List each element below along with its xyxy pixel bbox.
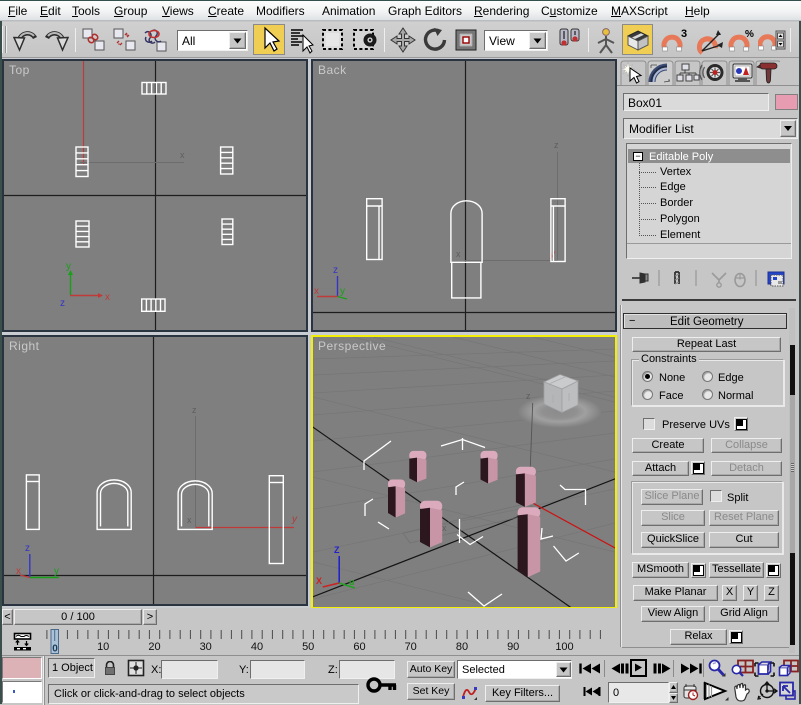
svg-text:z: z <box>526 391 531 401</box>
svg-text:10: 10 <box>97 641 109 653</box>
svg-text:z: z <box>60 298 65 309</box>
svg-text:y: y <box>66 261 71 272</box>
svg-text:%: % <box>745 29 754 40</box>
svg-text:X: X <box>316 576 322 586</box>
svg-text:x: x <box>442 523 447 533</box>
svg-text:y: y <box>340 286 345 297</box>
svg-text:3: 3 <box>681 28 687 40</box>
svg-text:80: 80 <box>456 641 468 653</box>
svg-text:z: z <box>333 265 338 276</box>
svg-text:100: 100 <box>555 641 573 653</box>
svg-text:y: y <box>54 566 59 577</box>
svg-text:60: 60 <box>353 641 365 653</box>
svg-text:x: x <box>456 249 461 259</box>
svg-text:50: 50 <box>302 641 314 653</box>
svg-text:z: z <box>192 405 197 415</box>
svg-text:u: u <box>349 577 355 587</box>
svg-text:x: x <box>105 292 110 303</box>
svg-text:20: 20 <box>148 641 160 653</box>
svg-text:x: x <box>314 286 319 297</box>
svg-text:x: x <box>187 515 192 525</box>
svg-text:x: x <box>16 566 21 577</box>
svg-text:30: 30 <box>200 641 212 653</box>
svg-text:z: z <box>25 543 30 554</box>
svg-text:y: y <box>549 249 556 260</box>
svg-text:z: z <box>554 140 559 150</box>
svg-text:Z: Z <box>334 545 340 555</box>
svg-text:y: y <box>291 514 298 525</box>
svg-text:40: 40 <box>251 641 263 653</box>
svg-text:x: x <box>180 150 185 160</box>
svg-text:70: 70 <box>405 641 417 653</box>
svg-text:0: 0 <box>52 644 58 655</box>
svg-text:90: 90 <box>507 641 519 653</box>
